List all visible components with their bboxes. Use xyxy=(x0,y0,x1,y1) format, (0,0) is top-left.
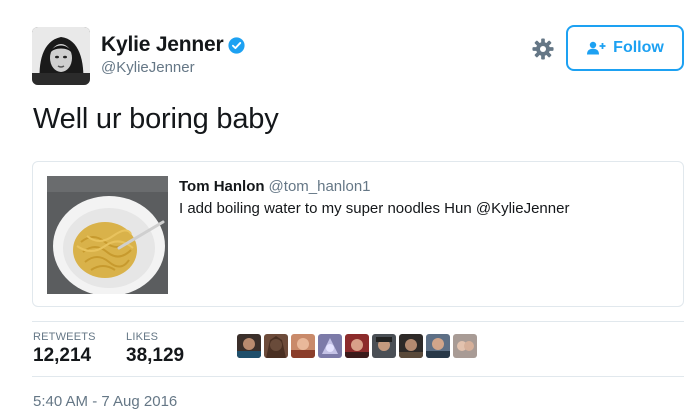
quoted-author-name[interactable]: Tom Hanlon @tom_hanlon1 xyxy=(179,178,371,195)
gear-icon[interactable] xyxy=(532,38,554,60)
follow-button[interactable]: Follow xyxy=(566,25,684,71)
stats-divider-top xyxy=(32,321,684,322)
quoted-author-handle[interactable]: @tom_hanlon1 xyxy=(269,178,371,195)
liker-avatar[interactable] xyxy=(453,334,477,358)
liker-avatar[interactable] xyxy=(237,334,261,358)
liker-avatar[interactable] xyxy=(345,334,369,358)
tweet-text: Well ur boring baby xyxy=(33,103,279,135)
liker-avatar[interactable] xyxy=(318,334,342,358)
quoted-author-display-name[interactable]: Tom Hanlon xyxy=(179,178,265,195)
tweet-timestamp[interactable]: 5:40 AM - 7 Aug 2016 xyxy=(33,393,177,410)
liker-avatar[interactable] xyxy=(372,334,396,358)
verified-badge-icon xyxy=(228,37,245,54)
author-handle[interactable]: @KylieJenner xyxy=(101,59,195,76)
liker-avatar[interactable] xyxy=(291,334,315,358)
quoted-tweet-card[interactable]: Tom Hanlon @tom_hanlon1 I add boiling wat… xyxy=(32,161,684,307)
retweets-label[interactable]: RETWEETS xyxy=(33,331,96,343)
retweets-count[interactable]: 12,214 xyxy=(33,345,91,367)
likes-label[interactable]: LIKES xyxy=(126,331,158,343)
author-name[interactable]: Kylie Jenner xyxy=(101,33,224,57)
likes-count[interactable]: 38,129 xyxy=(126,345,184,367)
quoted-tweet-text: I add boiling water to my super noodles … xyxy=(179,200,570,217)
add-user-icon xyxy=(587,41,606,55)
liker-avatar[interactable] xyxy=(426,334,450,358)
likers-avatar-strip xyxy=(237,334,477,358)
liker-avatar[interactable] xyxy=(264,334,288,358)
stats-divider-bottom xyxy=(32,376,684,377)
follow-label: Follow xyxy=(613,39,664,56)
liker-avatar[interactable] xyxy=(399,334,423,358)
author-avatar[interactable] xyxy=(32,27,90,85)
quoted-tweet-image[interactable] xyxy=(47,176,168,294)
